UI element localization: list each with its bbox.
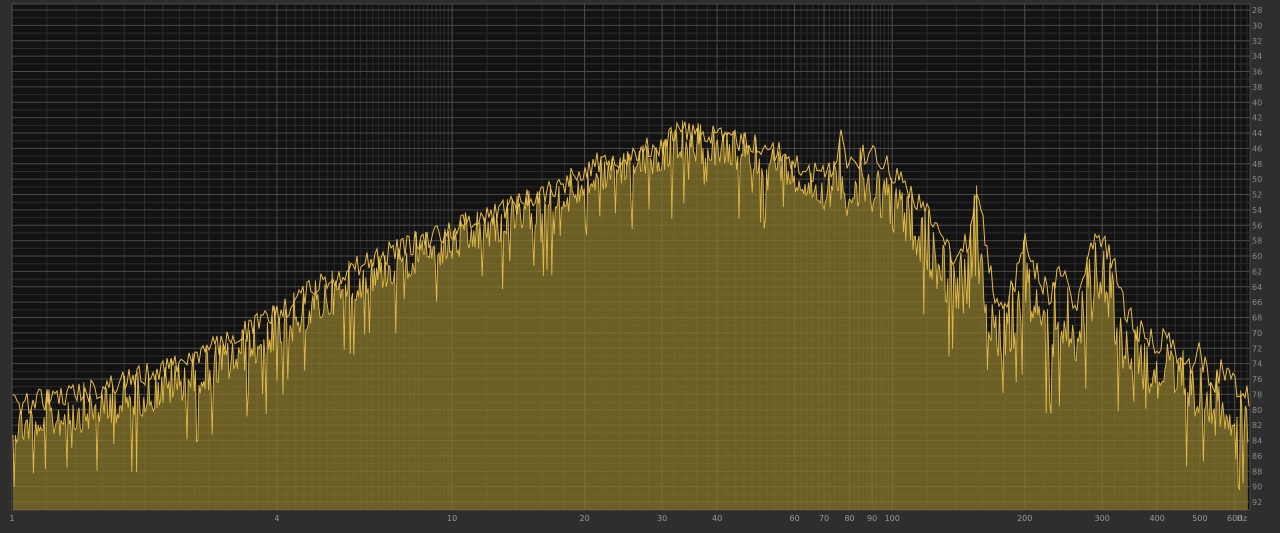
y-tick-label: 50 — [1252, 175, 1262, 184]
y-tick-label: 60 — [1252, 252, 1262, 261]
y-tick-label: 46 — [1252, 144, 1262, 153]
x-unit-label: Hz — [1237, 514, 1247, 523]
x-tick-label: 20 — [580, 514, 590, 523]
y-tick-label: 72 — [1252, 344, 1262, 353]
x-tick-label: 80 — [844, 514, 854, 523]
y-tick-label: 82 — [1252, 421, 1262, 430]
y-tick-label: 44 — [1252, 129, 1262, 138]
y-tick-label: 40 — [1252, 98, 1262, 107]
x-tick-label: 70 — [819, 514, 829, 523]
y-tick-label: 54 — [1252, 206, 1262, 215]
y-tick-label: 64 — [1252, 283, 1262, 292]
spectrum-chart: 28 30 32 34 36 38 40 42 44 46 48 50 52 54 56 58 60 62 64 66… — [0, 0, 1280, 533]
x-tick-label: 10 — [447, 514, 457, 523]
x-tick-label: 90 — [867, 514, 877, 523]
x-tick-label: 100 — [885, 514, 900, 523]
x-tick-label: 200 — [1017, 514, 1032, 523]
y-tick-label: 78 — [1252, 390, 1262, 399]
y-tick-label: 80 — [1252, 406, 1262, 415]
x-tick-label: 40 — [712, 514, 722, 523]
y-tick-label: 30 — [1252, 21, 1262, 30]
x-tick-label: 60 — [789, 514, 799, 523]
y-tick-label: 86 — [1252, 452, 1262, 461]
x-tick-label: 500 — [1192, 514, 1207, 523]
y-tick-label: 42 — [1252, 114, 1262, 123]
x-tick-label: 30 — [657, 514, 667, 523]
y-tick-label: 70 — [1252, 329, 1262, 338]
y-tick-label: 66 — [1252, 298, 1262, 307]
spectrum-analyzer-window: 28 30 32 34 36 38 40 42 44 46 48 50 52 54 56 58 60 62 64 66… — [0, 0, 1280, 533]
y-tick-label: 58 — [1252, 237, 1262, 246]
x-tick-label: 300 — [1095, 514, 1110, 523]
y-tick-label: 88 — [1252, 467, 1262, 476]
y-tick-label: 52 — [1252, 191, 1262, 200]
y-tick-label: 68 — [1252, 314, 1262, 323]
y-tick-label: 92 — [1252, 498, 1262, 507]
y-tick-label: 32 — [1252, 37, 1262, 46]
y-tick-label: 62 — [1252, 267, 1262, 276]
x-tick-label: 400 — [1150, 514, 1165, 523]
y-tick-label: 36 — [1252, 68, 1262, 77]
y-tick-label: 34 — [1252, 52, 1262, 61]
x-tick-label: 4 — [274, 514, 279, 523]
y-tick-label: 28 — [1252, 6, 1262, 15]
x-tick-label: 1 — [9, 514, 14, 523]
y-tick-label: 56 — [1252, 221, 1262, 230]
y-tick-label: 76 — [1252, 375, 1262, 384]
y-tick-label: 84 — [1252, 437, 1262, 446]
y-tick-label: 38 — [1252, 83, 1262, 92]
y-tick-label: 90 — [1252, 483, 1262, 492]
y-tick-label: 48 — [1252, 160, 1262, 169]
y-tick-label: 74 — [1252, 360, 1262, 369]
